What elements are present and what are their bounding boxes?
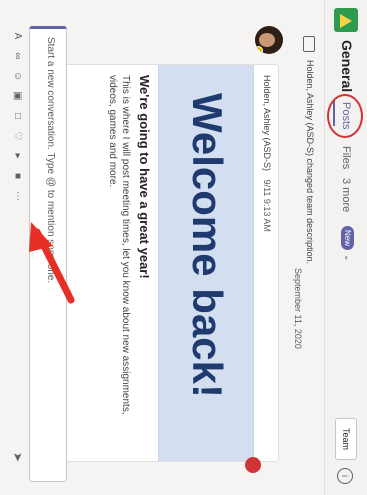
teams-channel-view: General Posts Files 3 more New ⌄ Team i …: [0, 0, 367, 495]
annotation-arrow: [29, 222, 75, 304]
